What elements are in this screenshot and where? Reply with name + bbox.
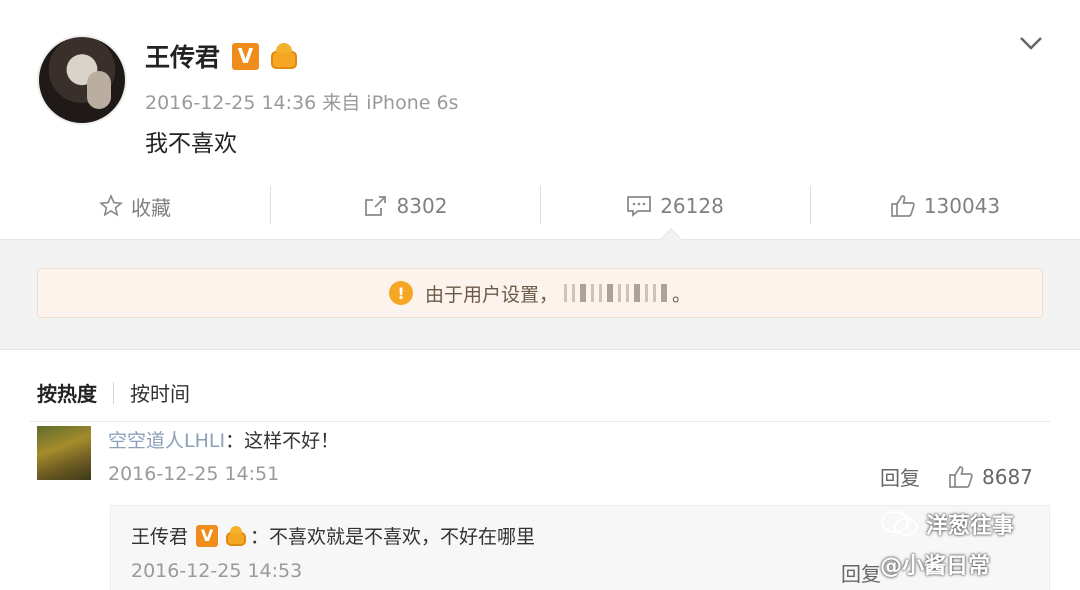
restriction-notice: ! 由于用户设置， 。: [37, 268, 1043, 318]
verified-v-badge-icon: V: [196, 524, 219, 547]
watermark-text-2: @小酱日常: [880, 554, 991, 579]
notice-end: 。: [672, 283, 692, 306]
avatar-hand-shape: [87, 71, 111, 109]
weibo-post-card: 王传君 V 2016-12-25 14:36 来自 iPhone 6s 我不喜欢…: [0, 0, 1080, 240]
comment-timestamp: 2016-12-25 14:51: [108, 463, 280, 485]
comment-text: ：这样不好！: [225, 430, 340, 452]
watermark-text-1: 洋葱往事: [926, 514, 1015, 539]
repost-count: 8302: [396, 194, 448, 218]
reply-reply-button[interactable]: 回复: [841, 558, 881, 587]
comment-like-count: 8687: [982, 464, 1033, 489]
sort-by-hot-tab[interactable]: 按热度: [37, 378, 97, 407]
favorite-label: 收藏: [131, 195, 171, 220]
repost-button[interactable]: 8302: [270, 180, 540, 232]
sort-by-time-tab[interactable]: 按时间: [130, 378, 190, 407]
star-icon: [99, 194, 123, 217]
like-count: 130043: [923, 194, 1001, 218]
chevron-down-icon[interactable]: [1018, 30, 1044, 56]
reply-author-name[interactable]: 王传君: [131, 522, 188, 549]
member-crown-icon: [222, 524, 250, 548]
blurred-text: [564, 284, 672, 302]
comment-actions: 回复 8687: [880, 462, 1033, 491]
commenter-name[interactable]: 空空道人LHLI: [108, 430, 225, 452]
post-action-bar: 收藏 8302 26128 130043: [0, 180, 1080, 232]
comment-line: 空空道人LHLI：这样不好！: [108, 426, 339, 453]
post-text: 我不喜欢: [145, 131, 237, 157]
thumbs-up-icon: [890, 195, 915, 217]
watermark-line-1: 洋葱往事: [880, 508, 1014, 540]
comment-icon: [627, 196, 652, 217]
warning-icon: !: [388, 281, 413, 305]
reply-timestamp: 2016-12-25 14:53: [131, 560, 303, 582]
comment-sort-tabs: 按热度 按时间: [37, 378, 190, 407]
commenter-avatar[interactable]: [37, 426, 91, 480]
comments-divider: [30, 421, 1050, 422]
author-avatar[interactable]: [37, 35, 127, 125]
comment-like-button[interactable]: 8687: [948, 465, 1033, 489]
member-crown-icon: [267, 41, 301, 71]
author-line: 王传君 V: [145, 38, 301, 74]
author-name[interactable]: 王传君: [145, 38, 220, 74]
comment-reply-button[interactable]: 回复: [880, 462, 920, 491]
favorite-button[interactable]: 收藏: [0, 180, 270, 232]
post-timestamp: 2016-12-25 14:36 来自 iPhone 6s: [145, 92, 459, 114]
reply-line: 王传君 V ：不喜欢就是不喜欢，不好在哪里: [131, 522, 535, 549]
wechat-icon: [881, 511, 918, 536]
notice-text: 由于用户设置，: [424, 283, 558, 306]
reply-text: ：不喜欢就是不喜欢，不好在哪里: [250, 526, 536, 548]
repost-icon: [364, 196, 386, 216]
verified-v-badge-icon: V: [232, 42, 260, 70]
sort-separator: [113, 381, 114, 404]
thumbs-up-icon: [949, 465, 973, 488]
like-button[interactable]: 130043: [810, 180, 1080, 232]
comment-count: 26128: [660, 194, 724, 218]
comment-button[interactable]: 26128: [540, 180, 810, 232]
